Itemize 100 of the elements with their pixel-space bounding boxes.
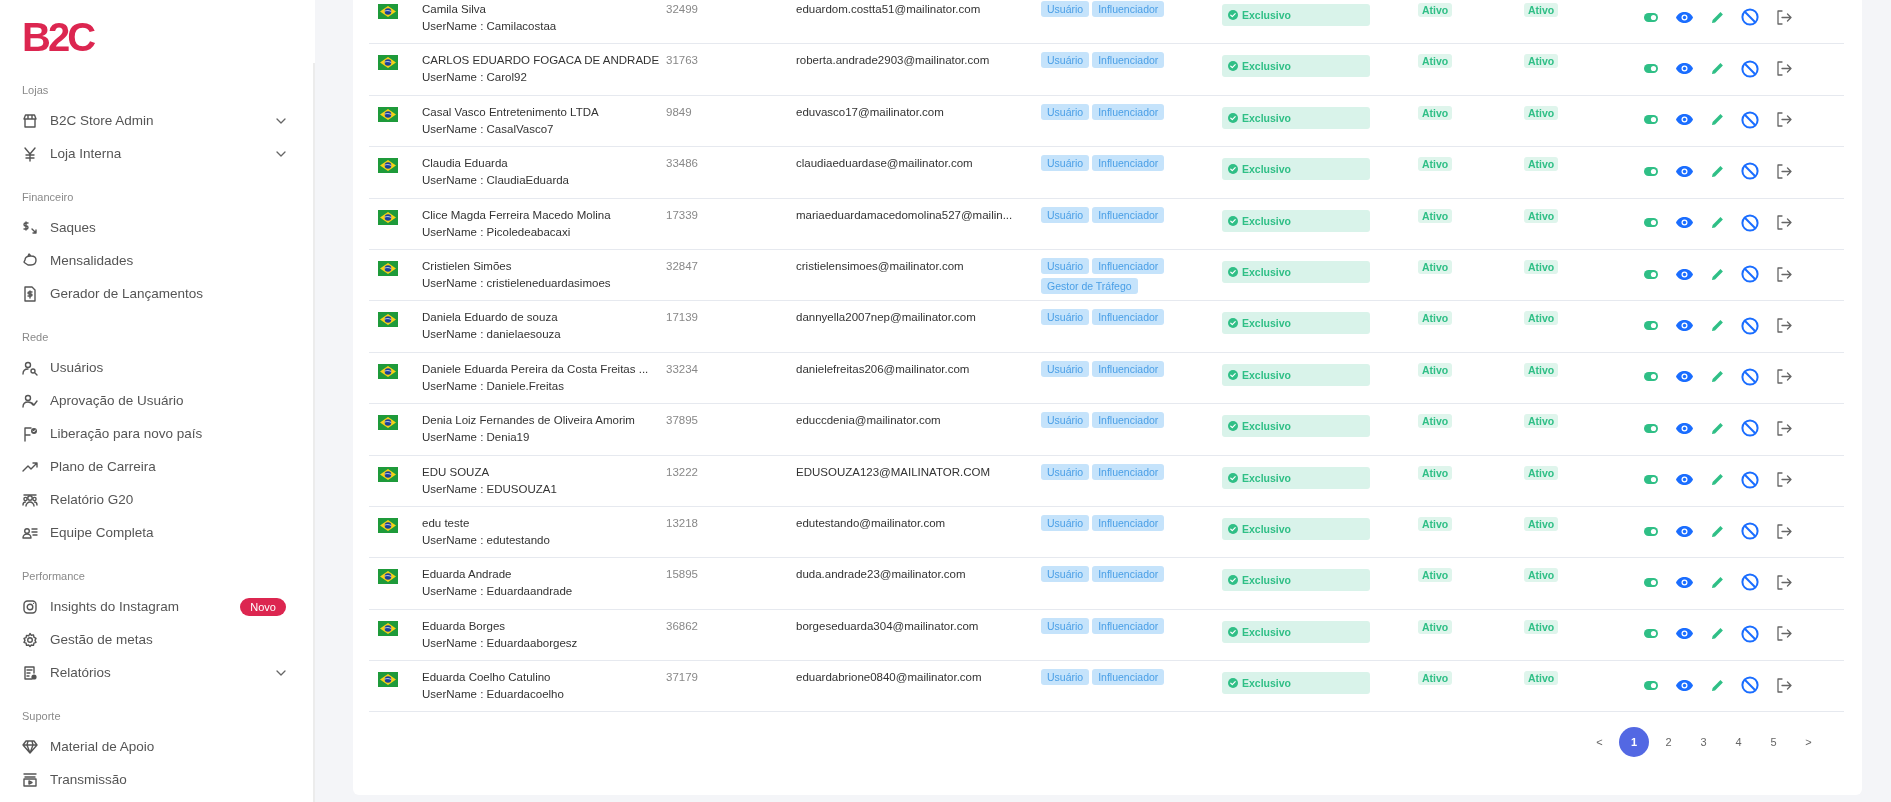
page-button[interactable]: 5 (1756, 727, 1791, 758)
eye-icon[interactable] (1675, 62, 1694, 76)
eye-icon[interactable] (1675, 627, 1694, 641)
sidebar-item[interactable]: Mensalidades (22, 244, 288, 277)
pencil-icon[interactable] (1711, 267, 1724, 281)
eye-icon[interactable] (1675, 267, 1694, 281)
logout-icon[interactable] (1776, 266, 1792, 282)
logout-icon[interactable] (1776, 61, 1792, 77)
ban-icon[interactable] (1741, 573, 1759, 592)
previous-page-link[interactable]: < (1582, 727, 1617, 758)
status-badge: Ativo (1418, 105, 1453, 120)
sidebar-item[interactable]: Gestão de metas (22, 623, 288, 656)
pencil-icon[interactable] (1711, 10, 1724, 24)
sidebar-item[interactable]: Insights do Instagram Novo (22, 590, 288, 623)
page-button[interactable]: 3 (1686, 727, 1721, 758)
eye-icon[interactable] (1675, 678, 1694, 692)
page-button[interactable]: 2 (1651, 727, 1686, 758)
eye-icon[interactable] (1675, 319, 1694, 333)
page-button[interactable]: 1 (1619, 727, 1649, 758)
logout-icon[interactable] (1776, 163, 1792, 179)
pencil-icon[interactable] (1711, 524, 1724, 538)
eye-icon[interactable] (1675, 473, 1694, 487)
toggle-switch-icon[interactable] (1644, 680, 1658, 690)
logout-icon[interactable] (1776, 420, 1792, 436)
ban-icon[interactable] (1741, 59, 1759, 78)
pencil-icon[interactable] (1711, 319, 1724, 333)
ban-icon[interactable] (1741, 316, 1759, 335)
toggle-switch-icon[interactable] (1644, 64, 1658, 74)
section-label: Rede (22, 330, 50, 345)
sidebar-item[interactable]: Usuários (22, 351, 288, 384)
next-page-link[interactable]: > (1791, 727, 1826, 758)
logout-icon[interactable] (1776, 472, 1792, 488)
pencil-icon[interactable] (1711, 421, 1724, 435)
sidebar-item[interactable]: Liberação para novo país (22, 417, 288, 450)
sidebar-item[interactable]: Equipe Completa (22, 516, 288, 549)
toggle-switch-icon[interactable] (1644, 218, 1658, 228)
pencil-icon[interactable] (1711, 678, 1724, 692)
sidebar-item[interactable]: Transmissão (22, 763, 288, 796)
toggle-switch-icon[interactable] (1644, 115, 1658, 125)
toggle-switch-icon[interactable] (1644, 269, 1658, 279)
eye-icon[interactable] (1675, 370, 1694, 384)
ban-icon[interactable] (1741, 676, 1759, 695)
sidebar-item[interactable]: Aprovação de Usuário (22, 384, 288, 417)
ban-icon[interactable] (1741, 367, 1759, 386)
toggle-switch-icon[interactable] (1644, 12, 1658, 22)
pencil-icon[interactable] (1711, 370, 1724, 384)
toggle-switch-icon[interactable] (1644, 321, 1658, 331)
report-icon (22, 664, 38, 681)
ban-icon[interactable] (1741, 265, 1759, 284)
ban-icon[interactable] (1741, 8, 1759, 27)
pencil-icon[interactable] (1711, 473, 1724, 487)
ban-icon[interactable] (1741, 419, 1759, 438)
ban-icon[interactable] (1741, 624, 1759, 643)
sidebar-item[interactable]: B2C Store Admin (22, 104, 288, 137)
ban-icon[interactable] (1741, 162, 1759, 181)
eye-icon[interactable] (1675, 216, 1694, 230)
pencil-icon[interactable] (1711, 113, 1724, 127)
pencil-icon[interactable] (1711, 62, 1724, 76)
logout-icon[interactable] (1776, 215, 1792, 231)
pencil-icon[interactable] (1711, 216, 1724, 230)
ban-icon[interactable] (1741, 213, 1759, 232)
sidebar-item[interactable]: Plano de Carreira (22, 450, 288, 483)
toggle-switch-icon[interactable] (1644, 629, 1658, 639)
logout-icon[interactable] (1776, 318, 1792, 334)
ban-icon[interactable] (1741, 470, 1759, 489)
toggle-switch-icon[interactable] (1644, 578, 1658, 587)
logout-icon[interactable] (1776, 369, 1792, 385)
brazil-flag-icon (378, 209, 398, 225)
ban-icon[interactable] (1741, 522, 1759, 541)
pencil-icon[interactable] (1711, 164, 1724, 178)
sidebar-item[interactable]: Saques (22, 211, 288, 244)
sidebar-item[interactable]: Gerador de Lançamentos (22, 277, 288, 310)
eye-icon[interactable] (1675, 10, 1694, 24)
sidebar-item[interactable]: Loja Interna (22, 137, 288, 170)
eye-icon[interactable] (1675, 524, 1694, 538)
eye-icon[interactable] (1675, 164, 1694, 178)
logout-icon[interactable] (1776, 677, 1792, 693)
check-circle-icon (1228, 472, 1238, 483)
sidebar-item[interactable]: Relatórios (22, 656, 288, 689)
logout-icon[interactable] (1776, 112, 1792, 128)
pencil-icon[interactable] (1711, 627, 1724, 641)
eye-icon[interactable] (1675, 576, 1694, 589)
toggle-switch-icon[interactable] (1644, 166, 1658, 176)
logout-icon[interactable] (1776, 523, 1792, 539)
page-button[interactable]: 4 (1721, 727, 1756, 758)
logout-icon[interactable] (1776, 9, 1792, 25)
pencil-icon[interactable] (1711, 576, 1724, 589)
sidebar-item[interactable]: Material de Apoio (22, 730, 288, 763)
eye-icon[interactable] (1675, 113, 1694, 127)
toggle-switch-icon[interactable] (1644, 526, 1658, 536)
toggle-switch-icon[interactable] (1644, 475, 1658, 485)
sidebar-item[interactable]: Relatório G20 (22, 483, 288, 516)
ban-icon[interactable] (1741, 110, 1759, 129)
user-id: 15895 (666, 568, 698, 581)
toggle-switch-icon[interactable] (1644, 372, 1658, 382)
logout-icon[interactable] (1776, 626, 1792, 642)
eye-icon[interactable] (1675, 421, 1694, 435)
toggle-switch-icon[interactable] (1644, 423, 1658, 433)
logout-icon[interactable] (1776, 575, 1792, 590)
logo[interactable]: B2C (22, 17, 94, 57)
